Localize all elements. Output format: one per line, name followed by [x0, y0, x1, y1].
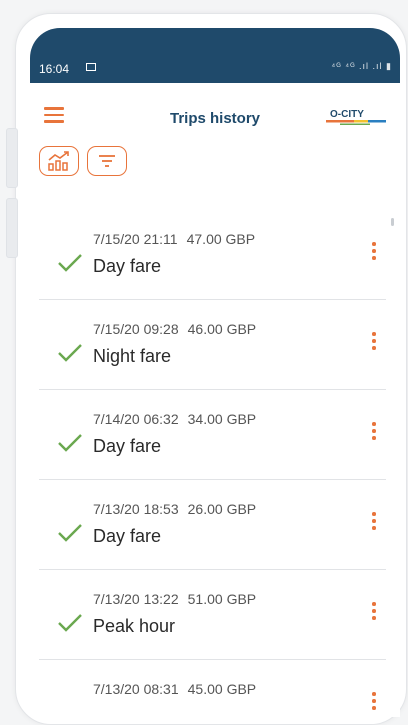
- more-options-icon[interactable]: [369, 422, 379, 444]
- trip-meta: 7/15/20 21:11 47.00 GBP: [93, 231, 255, 247]
- trip-type: Peak hour: [93, 616, 176, 636]
- more-options-icon[interactable]: [369, 602, 379, 624]
- status-bar: 16:04 ⁴ᴳ ⁴ᴳ .ıl .ıl ▮: [30, 28, 400, 83]
- check-icon: [58, 254, 82, 272]
- filter-icon: [99, 155, 115, 167]
- scrollbar[interactable]: [391, 218, 394, 226]
- statistics-button[interactable]: [39, 146, 79, 176]
- trip-meta: 7/14/20 06:32 34.00 GBP: [93, 411, 256, 427]
- trip-row[interactable]: 7/13/20 08:31 45.00 GBP: [39, 660, 386, 717]
- status-time: 16:04: [39, 62, 70, 76]
- trip-amount: 45.00 GBP: [187, 681, 257, 697]
- gallery-icon: [86, 63, 96, 71]
- trip-type: Night fare: [93, 346, 172, 366]
- more-options-icon[interactable]: [369, 692, 379, 714]
- check-icon: [58, 614, 82, 632]
- trip-type: Day fare: [93, 436, 162, 456]
- trip-row[interactable]: 7/15/20 09:28 46.00 GBP Night fare: [39, 300, 386, 390]
- filter-button[interactable]: [87, 146, 127, 176]
- trip-datetime: 7/14/20 06:32: [93, 411, 179, 427]
- trip-datetime: 7/13/20 08:31: [93, 681, 179, 697]
- check-icon: [58, 524, 82, 542]
- app-screen: 16:04 ⁴ᴳ ⁴ᴳ .ıl .ıl ▮ Trips history O-CI…: [30, 28, 400, 717]
- more-options-icon[interactable]: [369, 242, 379, 264]
- more-options-icon[interactable]: [369, 512, 379, 534]
- trip-datetime: 7/13/20 18:53: [93, 501, 179, 517]
- trip-meta: 7/13/20 18:53 26.00 GBP: [93, 501, 256, 517]
- chart-icon: [48, 151, 69, 171]
- trip-row[interactable]: 7/13/20 13:22 51.00 GBP Peak hour: [39, 570, 386, 660]
- trip-type: Day fare: [93, 256, 162, 276]
- trip-type: Day fare: [93, 526, 162, 546]
- trip-amount: 26.00 GBP: [187, 501, 257, 517]
- trip-row[interactable]: 7/13/20 18:53 26.00 GBP Day fare: [39, 480, 386, 570]
- trips-list: 7/15/20 21:11 47.00 GBP Day fare 7/15/20 …: [39, 210, 386, 717]
- trip-row[interactable]: 7/14/20 06:32 34.00 GBP Day fare: [39, 390, 386, 480]
- o-city-logo: O-CITY: [326, 109, 386, 125]
- trip-row[interactable]: 7/15/20 21:11 47.00 GBP Day fare: [39, 210, 386, 300]
- trip-datetime: 7/15/20 21:11: [93, 231, 178, 247]
- app-bar: Trips history O-CITY: [30, 83, 400, 151]
- phone-side-button: [6, 128, 18, 188]
- trip-datetime: 7/15/20 09:28: [93, 321, 179, 337]
- more-options-icon[interactable]: [369, 332, 379, 354]
- signal-icons: ⁴ᴳ ⁴ᴳ .ıl .ıl ▮: [331, 61, 392, 71]
- check-icon: [58, 344, 82, 362]
- check-icon: [58, 434, 82, 452]
- trip-meta: 7/13/20 08:31 45.00 GBP: [93, 681, 256, 697]
- trip-datetime: 7/13/20 13:22: [93, 591, 179, 607]
- trip-amount: 47.00 GBP: [186, 231, 256, 247]
- svg-text:O-CITY: O-CITY: [330, 109, 364, 120]
- trip-meta: 7/15/20 09:28 46.00 GBP: [93, 321, 256, 337]
- trip-amount: 51.00 GBP: [187, 591, 257, 607]
- trip-amount: 46.00 GBP: [187, 321, 257, 337]
- phone-side-button: [6, 198, 18, 258]
- trip-meta: 7/13/20 13:22 51.00 GBP: [93, 591, 256, 607]
- trip-amount: 34.00 GBP: [187, 411, 257, 427]
